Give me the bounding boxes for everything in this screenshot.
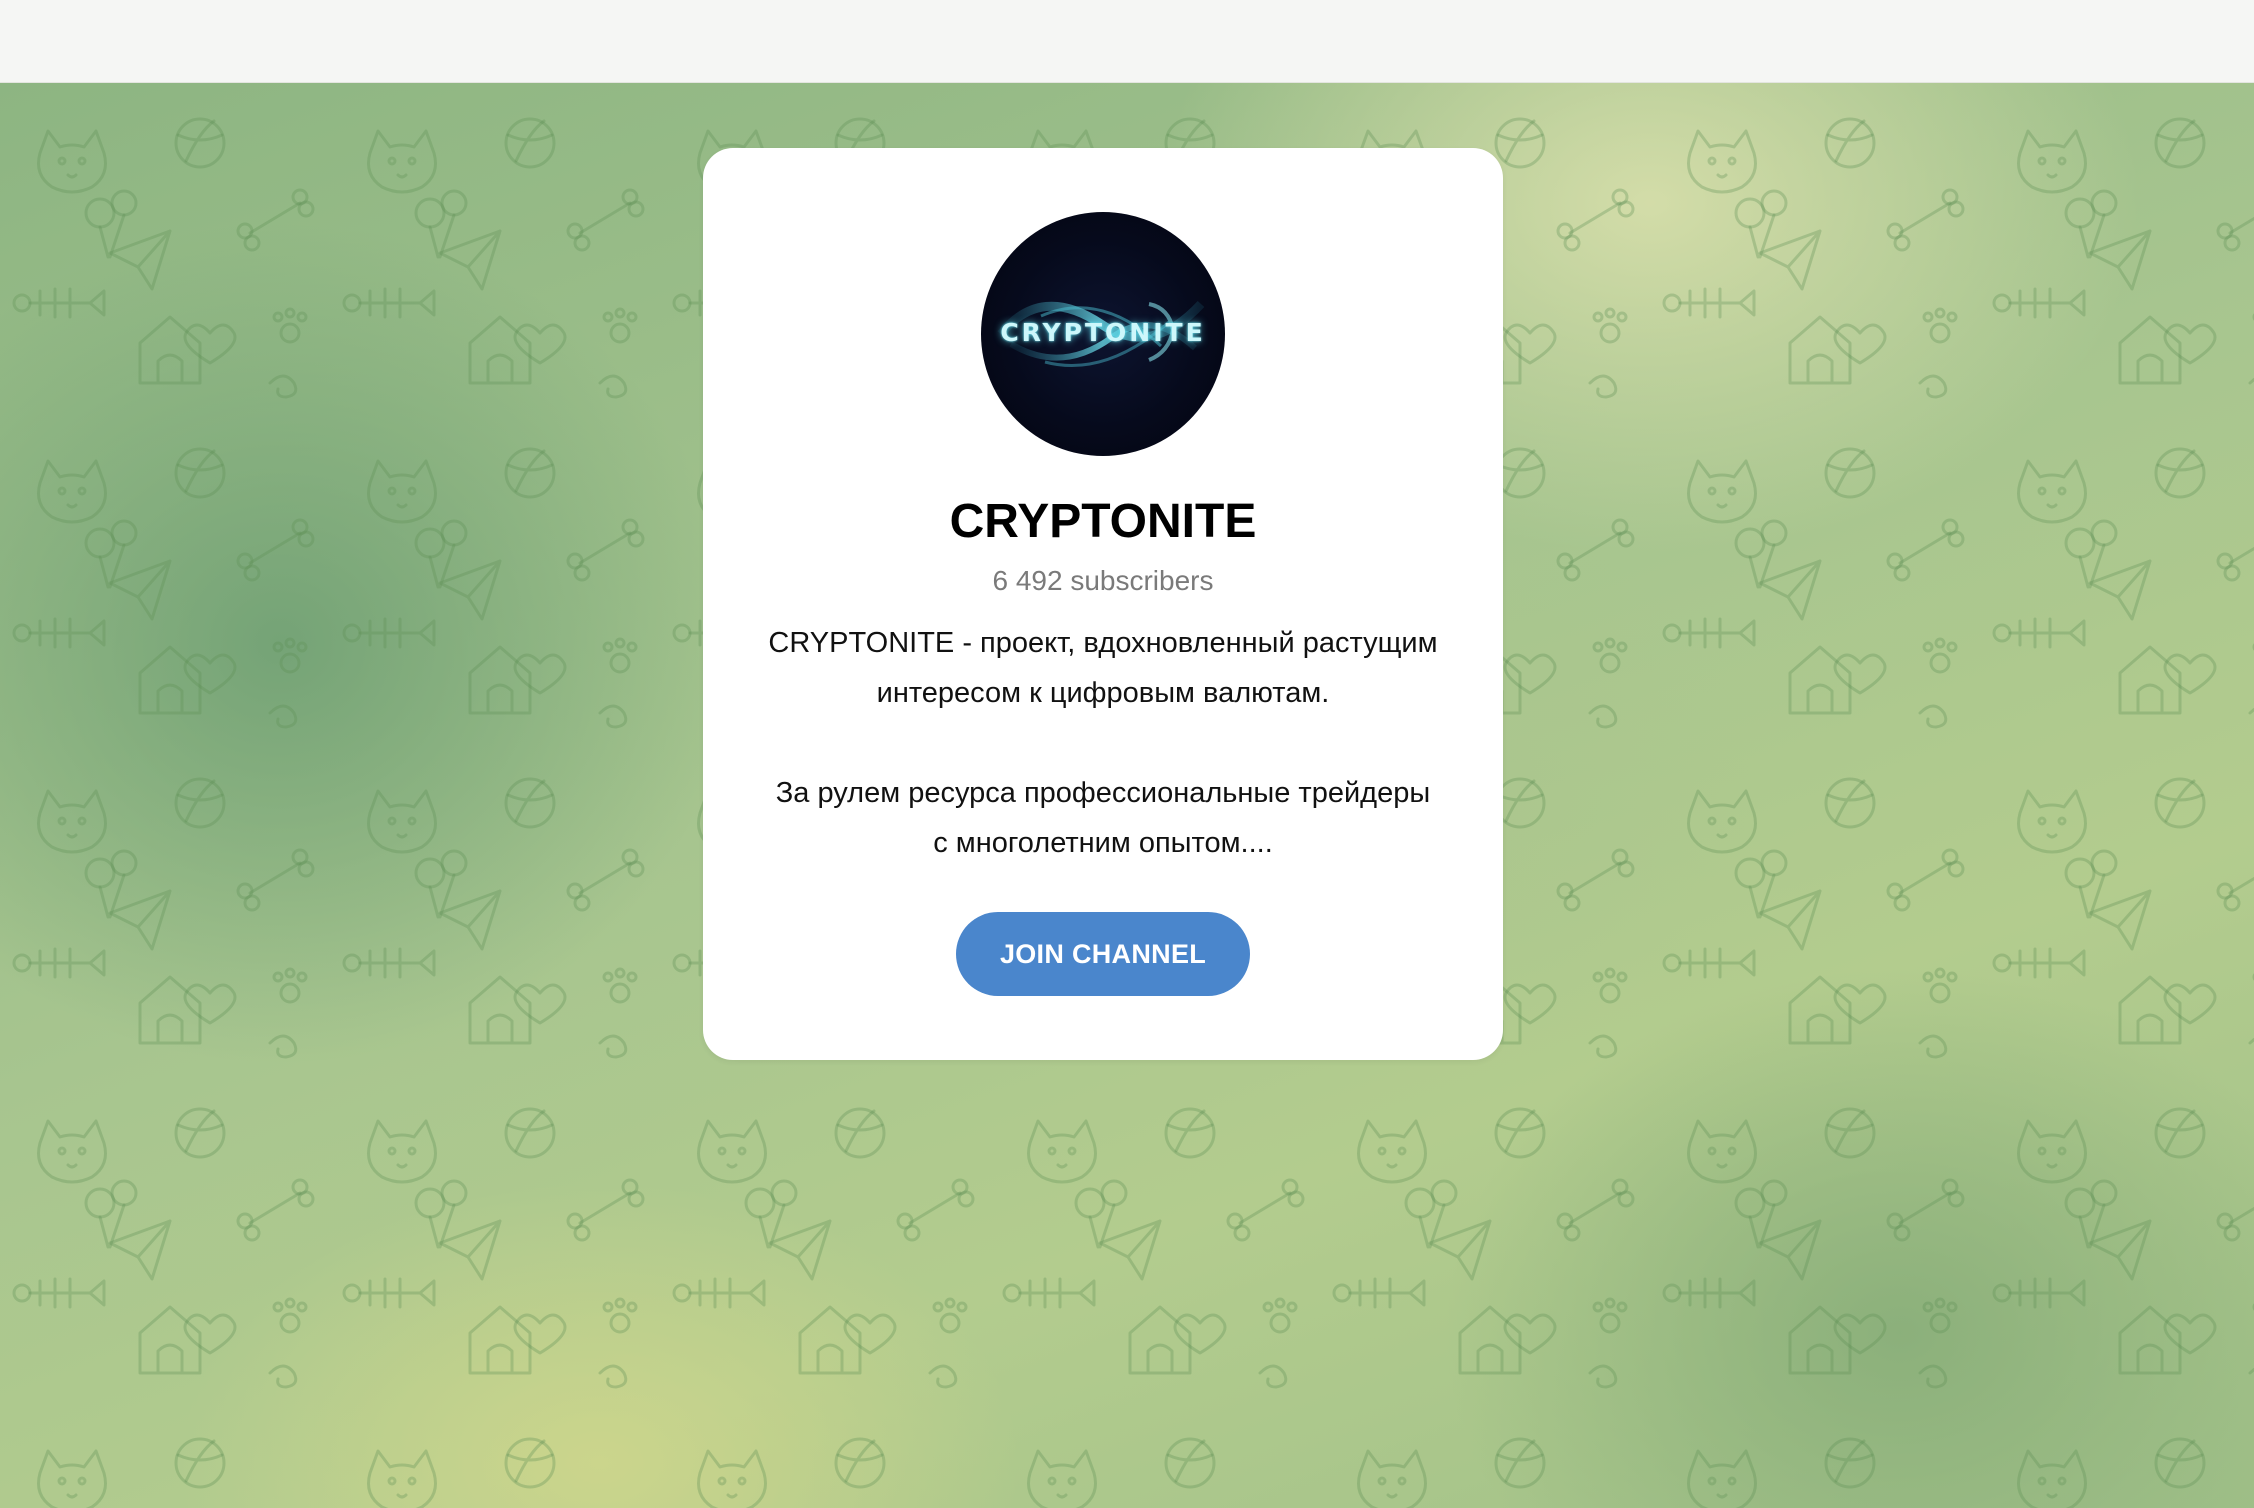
description-line: с многолетним опытом.... — [933, 827, 1273, 859]
channel-avatar: CRYPTONITE — [981, 212, 1225, 456]
channel-description: CRYPTONITE - проект, вдохновленный расту… — [723, 618, 1483, 868]
join-channel-button[interactable]: JOIN CHANNEL — [956, 912, 1250, 996]
channel-card: CRYPTONITE CRYPTONITE 6 492 subscribers … — [703, 148, 1503, 1060]
channel-title: CRYPTONITE — [949, 495, 1257, 548]
subscriber-count: 6 492 subscribers — [992, 565, 1214, 596]
description-line: интересом к цифровым валютам. — [876, 677, 1330, 709]
description-line: CRYPTONITE - проект, вдохновленный расту… — [768, 627, 1438, 659]
avatar-logo-text: CRYPTONITE — [1000, 318, 1206, 347]
top-bar — [0, 0, 2254, 83]
description-line: За рулем ресурса профессиональные трейде… — [775, 777, 1431, 809]
